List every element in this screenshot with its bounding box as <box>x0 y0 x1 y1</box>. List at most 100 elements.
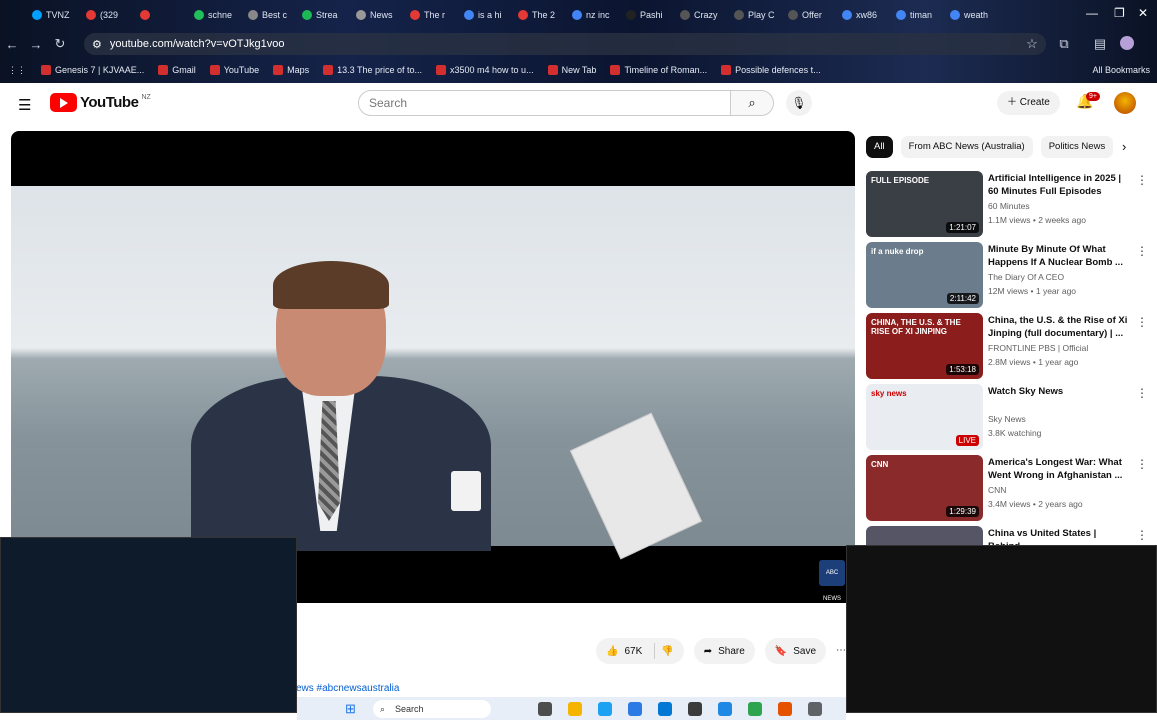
video-thumbnail[interactable]: sky news LIVE <box>866 384 983 450</box>
recommended-video[interactable]: CNN 1:29:39 America's Longest War: What We… <box>866 455 1148 521</box>
taskbar-app-icon[interactable] <box>658 702 672 716</box>
bookmark-item[interactable]: Gmail <box>151 65 203 75</box>
browser-tab[interactable]: Offer <box>782 2 836 28</box>
maximize-icon[interactable]: ❐ <box>1114 6 1125 20</box>
more-options-icon[interactable]: ⋮ <box>1136 386 1148 400</box>
recommended-video[interactable]: sky news LIVE Watch Sky News Sky News 3.8K w… <box>866 384 1148 450</box>
taskbar-app-icon[interactable] <box>778 702 792 716</box>
bookmark-item[interactable]: Possible defences t... <box>714 65 828 75</box>
site-info-icon[interactable]: ⚙ <box>92 38 102 51</box>
chevron-right-icon[interactable]: › <box>1122 139 1126 154</box>
browser-tab[interactable]: Strea <box>296 2 350 28</box>
save-button[interactable]: 🔖 Save <box>764 638 827 664</box>
more-options-icon[interactable]: ⋮ <box>1136 315 1148 329</box>
more-options-icon[interactable]: ⋮ <box>1136 244 1148 258</box>
create-button[interactable]: ＋ Create <box>997 91 1060 115</box>
browser-tab[interactable]: is a hi <box>458 2 512 28</box>
video-title[interactable]: Minute By Minute Of What Happens If A Nu… <box>988 243 1128 269</box>
browser-tab[interactable]: The r <box>404 2 458 28</box>
like-button[interactable]: 👍 67K 👎 <box>596 638 684 664</box>
browser-tab[interactable] <box>134 2 188 28</box>
taskbar-app-icon[interactable] <box>688 702 702 716</box>
pip-window-casino[interactable] <box>0 537 297 713</box>
bookmark-item[interactable]: New Tab <box>541 65 604 75</box>
minimize-icon[interactable]: — <box>1086 6 1098 20</box>
video-title[interactable]: Artificial Intelligence in 2025 | 60 Min… <box>988 172 1128 198</box>
recommended-video[interactable]: FULL EPISODE 1:21:07 Artificial Intelligen… <box>866 171 1148 237</box>
search-icon: ⌕ <box>748 95 756 110</box>
recommended-video[interactable]: if a nuke drop 2:11:42 Minute By Minute Of… <box>866 242 1148 308</box>
taskbar-search[interactable]: ⌕ Search <box>373 700 491 718</box>
video-thumbnail[interactable]: if a nuke drop 2:11:42 <box>866 242 983 308</box>
video-title[interactable]: China, the U.S. & the Rise of Xi Jinping… <box>988 314 1128 340</box>
video-thumbnail[interactable]: CNN 1:29:39 <box>866 455 983 521</box>
browser-tab[interactable]: News <box>350 2 404 28</box>
reload-icon[interactable]: ↻ <box>48 36 72 52</box>
taskbar-app-icon[interactable] <box>718 702 732 716</box>
taskbar-app-icon[interactable] <box>568 702 582 716</box>
browser-tab[interactable]: weath <box>944 2 998 28</box>
browser-tab[interactable]: xw86 <box>836 2 890 28</box>
channel-name[interactable]: 60 Minutes <box>988 201 1030 211</box>
channel-name[interactable]: FRONTLINE PBS | Official <box>988 343 1088 353</box>
profile-avatar[interactable] <box>1120 36 1134 50</box>
close-window-icon[interactable]: ✕ <box>1138 6 1148 20</box>
taskbar-app-icon[interactable] <box>538 702 552 716</box>
search-button[interactable]: ⌕ <box>730 90 774 116</box>
browser-tab[interactable]: schne <box>188 2 242 28</box>
taskbar-app-icon[interactable] <box>748 702 762 716</box>
extensions-icon[interactable]: ⧉ <box>1052 36 1076 52</box>
browser-tab[interactable]: Pashi <box>620 2 674 28</box>
video-title[interactable]: Watch Sky News <box>988 385 1128 398</box>
browser-tab[interactable]: (329 <box>80 2 134 28</box>
video-thumbnail[interactable]: FULL EPISODE 1:21:07 <box>866 171 983 237</box>
browser-tab[interactable]: TVNZ <box>26 2 80 28</box>
filter-chip[interactable]: Politics News <box>1040 136 1114 158</box>
url-input[interactable]: ⚙ youtube.com/watch?v=vOTJkg1voo <box>84 33 1046 55</box>
sidebar-icon[interactable]: ▤ <box>1088 36 1112 52</box>
browser-tab[interactable]: Play C <box>728 2 782 28</box>
browser-tab[interactable]: Crazy <box>674 2 728 28</box>
search-input[interactable]: Search <box>358 90 731 116</box>
browser-tab[interactable]: nz inc <box>566 2 620 28</box>
share-button[interactable]: ➦ Share <box>693 638 755 664</box>
more-actions-icon[interactable]: ⋯ <box>836 638 846 664</box>
voice-search-button[interactable]: 🎙 <box>786 90 812 116</box>
browser-tab[interactable]: The 2 <box>512 2 566 28</box>
thumbs-down-icon[interactable]: 👎 <box>661 646 673 657</box>
filter-chip[interactable]: All <box>866 136 893 158</box>
video-player[interactable] <box>11 131 855 603</box>
youtube-logo[interactable]: YouTube NZ <box>50 93 151 112</box>
taskbar-app-icon[interactable] <box>808 702 822 716</box>
forward-icon[interactable]: → <box>24 37 48 52</box>
pip-window-kick-stream[interactable] <box>846 545 1157 713</box>
recommended-video[interactable]: CHINA, THE U.S. & THE RISE OF XI JINPING… <box>866 313 1148 379</box>
channel-name[interactable]: The Diary Of A CEO <box>988 272 1064 282</box>
back-icon[interactable]: ← <box>0 37 24 52</box>
bookmark-star-icon[interactable]: ☆ <box>1020 36 1044 52</box>
more-options-icon[interactable]: ⋮ <box>1136 528 1148 542</box>
channel-name[interactable]: Sky News <box>988 414 1026 424</box>
channel-name[interactable]: CNN <box>988 485 1006 495</box>
video-thumbnail[interactable]: CHINA, THE U.S. & THE RISE OF XI JINPING… <box>866 313 983 379</box>
bookmark-item[interactable]: 13.3 The price of to... <box>316 65 429 75</box>
account-avatar[interactable] <box>1114 92 1136 114</box>
windows-start-icon[interactable]: ⊞ <box>345 701 356 717</box>
video-title[interactable]: America's Longest War: What Went Wrong i… <box>988 456 1128 482</box>
bookmark-item[interactable]: Genesis 7 | KJVAAE... <box>34 65 151 75</box>
menu-icon[interactable]: ☰ <box>18 96 31 114</box>
filter-chip[interactable]: From ABC News (Australia) <box>900 136 1033 158</box>
more-options-icon[interactable]: ⋮ <box>1136 173 1148 187</box>
apps-grid-icon[interactable]: ⋮⋮ <box>0 65 34 76</box>
taskbar-app-icon[interactable] <box>598 702 612 716</box>
bookmark-item[interactable]: YouTube <box>203 65 266 75</box>
browser-tab[interactable]: Best c <box>242 2 296 28</box>
taskbar-app-icon[interactable] <box>628 702 642 716</box>
bookmark-item[interactable]: Timeline of Roman... <box>603 65 714 75</box>
more-options-icon[interactable]: ⋮ <box>1136 457 1148 471</box>
all-bookmarks[interactable]: All Bookmarks <box>1085 65 1157 75</box>
video-hashtags[interactable]: ews #abcnewsaustralia <box>296 683 399 694</box>
browser-tab[interactable]: timan <box>890 2 944 28</box>
bookmark-item[interactable]: Maps <box>266 65 316 75</box>
bookmark-item[interactable]: x3500 m4 how to u... <box>429 65 541 75</box>
